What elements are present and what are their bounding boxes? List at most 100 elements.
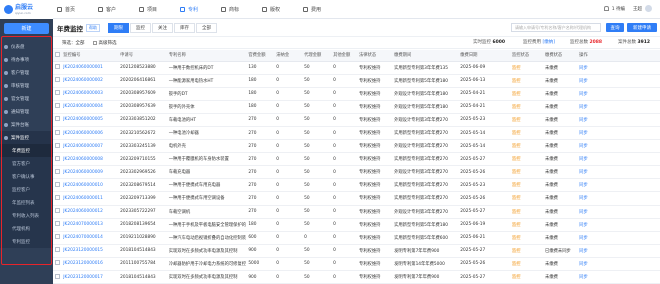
sync-link[interactable]: 同步: [577, 257, 660, 272]
table-row[interactable]: JK2024060000009 2023302969526 车载充电器 270 0 50 0…: [53, 165, 660, 180]
row-checkbox[interactable]: [53, 126, 62, 141]
avatar[interactable]: [645, 5, 652, 12]
column-header[interactable]: 专利名称: [166, 50, 247, 62]
filter-select[interactable]: 筛选：全部: [62, 40, 85, 46]
table-row[interactable]: JK2023120000016 2011100755784 冷却器防护用于冷却电力系…: [53, 257, 660, 272]
checkbox-icon[interactable]: [92, 40, 97, 45]
row-checkbox[interactable]: [53, 218, 62, 232]
table-row[interactable]: JK2024060000001 2021208523880 一种用于数控机床的DT 1…: [53, 61, 660, 75]
monitor-id-link[interactable]: JK2024060000003: [61, 87, 119, 101]
column-header[interactable]: 缴费日期: [458, 50, 510, 62]
sync-link[interactable]: 同步: [577, 74, 660, 88]
help-link[interactable]: 帮助: [86, 23, 100, 32]
row-checkbox[interactable]: [53, 178, 62, 193]
tab[interactable]: 库存: [174, 22, 195, 33]
sync-link[interactable]: 同步: [577, 126, 660, 141]
table-row[interactable]: JK2024070000013 2018208139654 一种用于手机及平板电脑安…: [53, 218, 660, 232]
sync-link[interactable]: 同步: [577, 100, 660, 114]
sync-link[interactable]: 同步: [577, 61, 660, 75]
row-checkbox[interactable]: [53, 139, 62, 154]
advanced-filter[interactable]: 高级筛选: [99, 40, 117, 46]
table-row[interactable]: JK2023120000015 2018104514843 实现双时在多频式功率电源…: [53, 244, 660, 258]
table-row[interactable]: JK2024060000004 2020308957639 扳手的外壳体 180 0 50…: [53, 100, 660, 114]
table-row[interactable]: JK2024060000012 2023305722297 车载空调机 270 0 50 0…: [53, 205, 660, 219]
column-header[interactable]: 其他金额: [331, 50, 357, 62]
table-row[interactable]: JK2024070000014 2019211028890 一种汽车电动后视镜折叠的…: [53, 231, 660, 245]
monitor-id-link[interactable]: JK2024060000001: [61, 61, 119, 75]
select-all-checkbox[interactable]: [53, 50, 62, 62]
monitor-id-link[interactable]: JK2023120000016: [61, 257, 119, 272]
sync-link[interactable]: 同步: [577, 270, 660, 284]
monitor-id-link[interactable]: JK2024060000008: [61, 152, 119, 167]
column-header[interactable]: 申请号: [118, 50, 167, 62]
tab[interactable]: 全部: [196, 22, 217, 33]
row-checkbox[interactable]: [53, 257, 62, 272]
user-name[interactable]: 王超: [633, 6, 642, 12]
column-header[interactable]: 法律状态: [356, 50, 393, 62]
monitor-id-link[interactable]: JK2024060000010: [61, 178, 119, 193]
bell-icon[interactable]: [603, 6, 609, 11]
monitor-id-link[interactable]: JK2024060000007: [61, 139, 119, 154]
row-checkbox[interactable]: [53, 231, 62, 245]
row-checkbox[interactable]: [53, 61, 62, 75]
sync-link[interactable]: 同步: [577, 165, 660, 180]
row-checkbox[interactable]: [53, 191, 62, 206]
monitor-id-link[interactable]: JK2024060000012: [61, 205, 119, 219]
table-row[interactable]: JK2024060000006 2023210562672 一种电池冷却器 270 0 5…: [53, 126, 660, 141]
row-checkbox[interactable]: [53, 87, 62, 101]
logo[interactable]: 启服云 qiyun.com: [0, 0, 53, 19]
table-row[interactable]: JK2024060000011 2023209713399 一种用于便携式车用空调设…: [53, 191, 660, 206]
sync-link[interactable]: 同步: [577, 218, 660, 232]
top-nav-item[interactable]: 商标: [221, 6, 262, 13]
table-row[interactable]: JK2024060000008 2023209710155 一种用于覆膜机的车身防水…: [53, 152, 660, 167]
row-checkbox[interactable]: [53, 165, 62, 180]
sync-link[interactable]: 同步: [577, 87, 660, 101]
monitor-id-link[interactable]: JK2024060000006: [61, 126, 119, 141]
tab[interactable]: 期限: [108, 22, 129, 33]
column-header[interactable]: 官费金额: [246, 50, 275, 62]
column-header[interactable]: 缴费状态: [543, 50, 578, 62]
table-row[interactable]: JK2024060000010 2023208679514 一种用于便携式车用充电器…: [53, 178, 660, 193]
monitor-id-link[interactable]: JK2024060000002: [61, 74, 119, 88]
row-checkbox[interactable]: [53, 244, 62, 258]
row-checkbox[interactable]: [53, 270, 62, 284]
top-nav-item[interactable]: 专利: [180, 6, 221, 13]
sync-link[interactable]: 同步: [577, 139, 660, 154]
table-row[interactable]: JK2024060000002 2020206416861 一种能源家用电热水HT 1…: [53, 74, 660, 88]
sync-link[interactable]: 同步: [577, 205, 660, 219]
column-header[interactable]: 缴费期间: [392, 50, 459, 62]
search-button[interactable]: 查询: [606, 23, 624, 32]
row-checkbox[interactable]: [53, 205, 62, 219]
table-row[interactable]: JK2024060000007 2023303245139 电机外壳 270 0 50 0 专…: [53, 139, 660, 154]
row-checkbox[interactable]: [53, 152, 62, 167]
table-row[interactable]: JK2024060000005 2023303851202 车载电池的HT 270 0 5…: [53, 113, 660, 127]
sync-link[interactable]: 同步: [577, 113, 660, 127]
notify-text[interactable]: 1 待编: [612, 6, 625, 12]
top-nav-item[interactable]: 版权: [262, 6, 303, 13]
sync-link[interactable]: 同步: [577, 191, 660, 206]
column-header[interactable]: 监控状态: [509, 50, 544, 62]
monitor-id-link[interactable]: JK2024060000009: [61, 165, 119, 180]
sync-link[interactable]: 同步: [577, 244, 660, 258]
sync-link[interactable]: 同步: [577, 231, 660, 245]
sync-link[interactable]: 同步: [577, 178, 660, 193]
column-header[interactable]: 滞纳金: [274, 50, 303, 62]
top-nav-item[interactable]: 费用: [303, 6, 344, 13]
top-nav-item[interactable]: 首页: [57, 6, 98, 13]
tab[interactable]: 关注: [152, 22, 173, 33]
top-nav-item[interactable]: 客户: [98, 6, 139, 13]
row-checkbox[interactable]: [53, 100, 62, 114]
column-header[interactable]: 监控编号: [61, 50, 119, 62]
new-button[interactable]: 新建: [4, 23, 49, 34]
row-checkbox[interactable]: [53, 74, 62, 88]
monitor-id-link[interactable]: JK2023120000015: [61, 244, 119, 258]
monitor-id-link[interactable]: JK2023120000017: [61, 270, 119, 284]
create-button[interactable]: 新建申请: [627, 23, 657, 32]
monitor-id-link[interactable]: JK2024070000014: [61, 231, 119, 245]
search-input[interactable]: 请输入申请号/专利名称/客户名称/代理机构: [511, 23, 601, 32]
column-header[interactable]: 代理金额: [302, 50, 332, 62]
table-row[interactable]: JK2023120000017 2018104514843 实现双时在多频式功率电源…: [53, 270, 660, 284]
column-header[interactable]: 操作: [577, 50, 660, 62]
row-checkbox[interactable]: [53, 113, 62, 127]
top-nav-item[interactable]: 项目: [139, 6, 180, 13]
